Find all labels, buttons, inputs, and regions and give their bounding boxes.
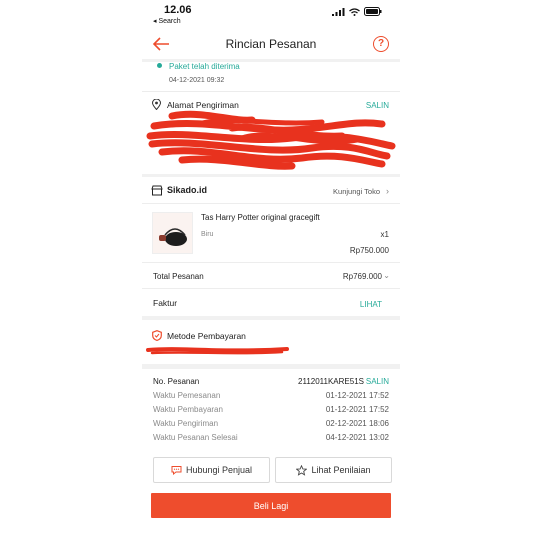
status-time: 12.06 <box>164 4 192 16</box>
shipping-time-label: Waktu Pengiriman <box>153 419 219 428</box>
invoice-label: Faktur <box>153 298 178 308</box>
total-value[interactable]: Rp769.000 <box>343 272 382 281</box>
payment-redaction <box>146 347 289 355</box>
tracking-dot-icon <box>157 63 162 68</box>
view-rating-label: Lihat Penilaian <box>311 465 371 475</box>
invoice-view-button[interactable]: LIHAT <box>360 300 382 309</box>
help-icon[interactable]: ? <box>373 36 389 52</box>
buy-again-button[interactable]: Beli Lagi <box>151 493 391 518</box>
payment-time-value: 01-12-2021 17:52 <box>325 405 389 414</box>
page-title: Rincian Pesanan <box>225 37 317 51</box>
wifi-icon <box>349 7 360 16</box>
product-quantity: x1 <box>380 230 389 239</box>
product-thumbnail[interactable] <box>152 212 193 254</box>
shop-name: Sikado.id <box>167 185 208 195</box>
order-time-value: 01-12-2021 17:52 <box>325 391 389 400</box>
battery-icon <box>364 7 382 16</box>
payment-time-label: Waktu Pembayaran <box>153 405 223 414</box>
product-variant: Biru <box>201 231 214 238</box>
chevron-down-icon[interactable]: ⌄ <box>383 271 390 280</box>
contact-seller-label: Hubungi Penjual <box>185 465 253 475</box>
view-rating-button[interactable]: Lihat Penilaian <box>275 457 392 483</box>
tracking-status: Paket telah diterima <box>169 62 240 71</box>
redaction-scribble <box>146 110 396 170</box>
product-image-bag <box>159 228 187 246</box>
chevron-right-icon[interactable]: › <box>386 186 389 196</box>
shop-icon <box>151 185 163 196</box>
status-icons <box>332 7 382 16</box>
visit-shop-button[interactable]: Kunjungi Toko <box>333 187 380 196</box>
order-number-label: No. Pesanan <box>153 377 200 386</box>
order-time-label: Waktu Pemesanan <box>153 391 221 400</box>
tracking-timestamp: 04-12-2021 09:32 <box>169 77 225 84</box>
completed-time-label: Waktu Pesanan Selesai <box>153 433 238 442</box>
chat-icon <box>171 466 182 475</box>
signal-icon <box>332 7 345 16</box>
star-icon <box>296 464 308 476</box>
contact-seller-button[interactable]: Hubungi Penjual <box>153 457 270 483</box>
product-price: Rp750.000 <box>349 246 389 255</box>
shipping-time-value: 02-12-2021 18:06 <box>325 419 389 428</box>
total-label: Total Pesanan <box>153 272 204 281</box>
status-back-link[interactable]: ◂ Search <box>153 17 181 25</box>
completed-time-value: 04-12-2021 13:02 <box>325 433 389 442</box>
product-name[interactable]: Tas Harry Potter original gracegift <box>201 213 320 222</box>
order-number-copy-button[interactable]: SALIN <box>366 377 389 386</box>
order-number-value: 2112011KARE51S <box>298 377 364 386</box>
phone-screen: 12.06 ◂ Search Rincian Pesanan ? Paket t… <box>142 0 400 543</box>
shield-icon <box>152 330 162 341</box>
payment-method-label: Metode Pembayaran <box>167 331 246 341</box>
